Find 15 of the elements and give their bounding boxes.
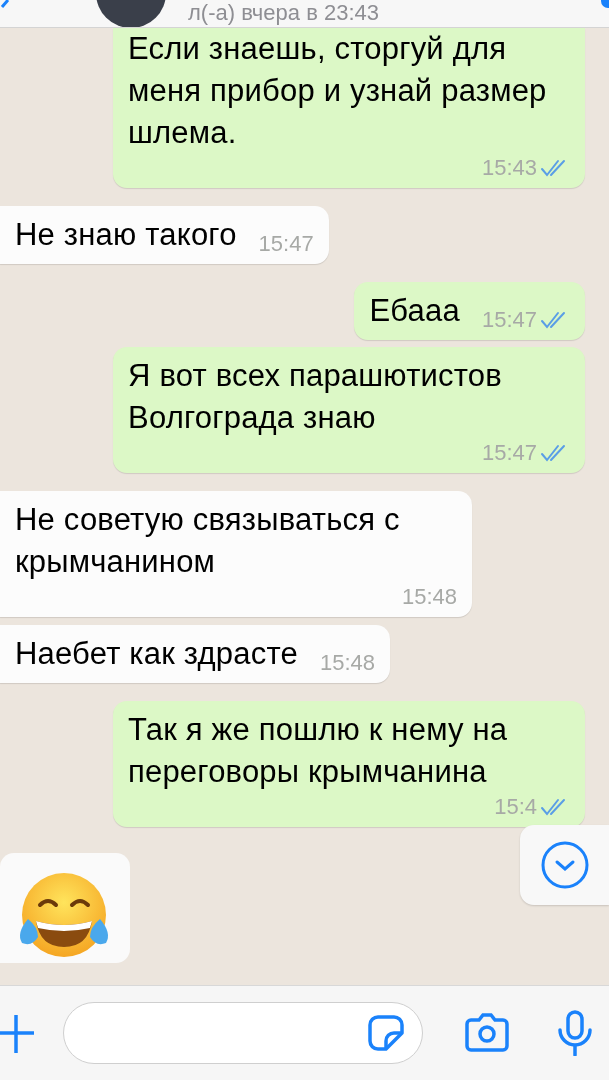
message-time: 15:4 <box>494 793 537 821</box>
message-text: Я вот всех парашютистов Волгограда знаю <box>128 357 503 437</box>
message-text: Наебет как здрасте <box>15 635 298 673</box>
message-text: Если знаешь, сторгуй для меня прибор и узнай размер шлема. <box>128 30 548 152</box>
message-time: 15:47 <box>481 306 537 334</box>
message-time: 15:47 <box>481 439 537 467</box>
message-text: Не советую связываться с крымчанином <box>15 501 401 581</box>
message-time: 15:48 <box>319 649 375 677</box>
last-seen-status: л(-а) вчера в 23:43 <box>188 0 379 26</box>
message-text: Ебааа <box>369 292 460 330</box>
message-time: 15:48 <box>401 583 457 611</box>
message-time: 15:47 <box>258 230 314 258</box>
message-time: 15:43 <box>481 154 537 182</box>
message-text: Так я же пошлю к нему на переговоры крымчанина <box>128 711 509 791</box>
message-text: Не знаю такого <box>15 216 237 254</box>
